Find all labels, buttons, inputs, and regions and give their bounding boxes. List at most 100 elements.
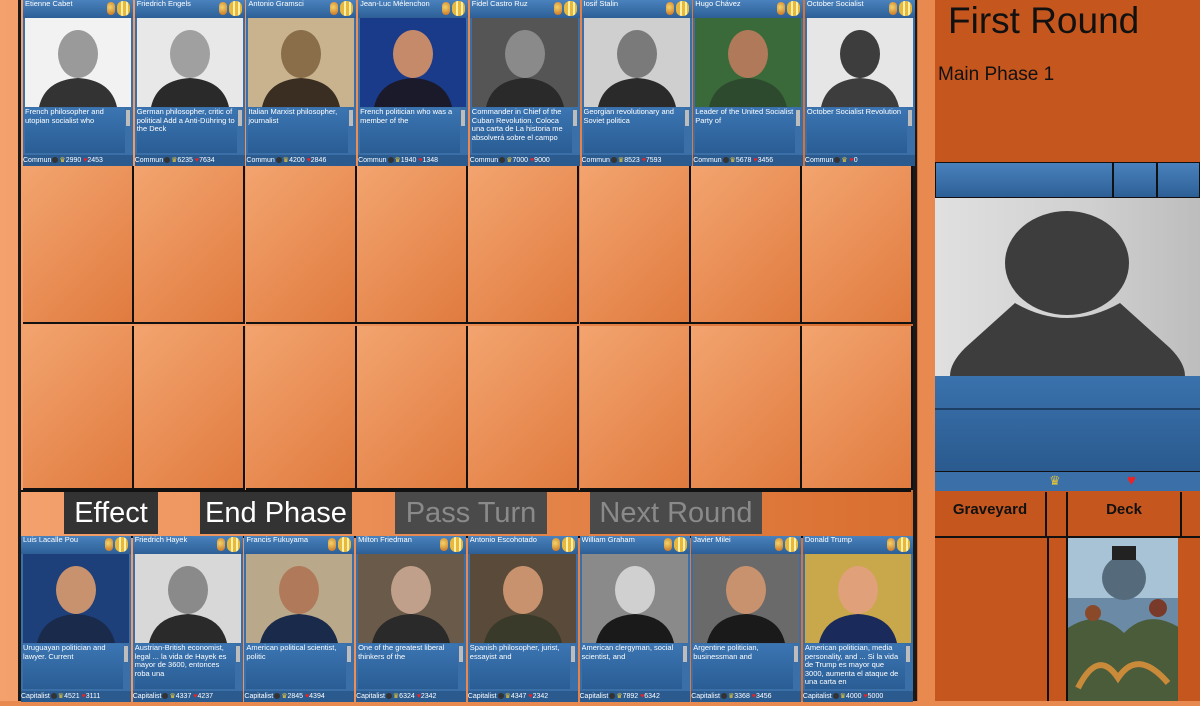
player-field-slot[interactable] <box>802 326 914 490</box>
card-name: Antonio Gramsci <box>248 0 304 8</box>
card-faction: Capitalist <box>244 693 274 700</box>
faction-icon <box>440 538 449 551</box>
card-health: 3456 <box>755 693 772 700</box>
card-attack: 8523 <box>624 157 640 164</box>
player-hand-card[interactable]: Antonio Escohotado Spanish philosopher, j… <box>467 536 578 702</box>
card-name: Milton Friedman <box>358 536 412 544</box>
faction-icon <box>107 2 115 15</box>
player-field-slot[interactable] <box>245 326 357 490</box>
card-description: Austrian-British economist, legal ... la… <box>134 644 235 689</box>
scrollbar[interactable] <box>682 646 687 662</box>
opponent-hand-card[interactable]: Iosif Stalin Georgian revolutionary and S… <box>581 0 692 166</box>
attack-icon: ♛ <box>841 157 848 164</box>
scrollbar[interactable] <box>126 110 130 126</box>
preview-name-bar <box>935 162 1113 198</box>
card-attack: 4000 <box>845 693 862 700</box>
pass-turn-button[interactable]: Pass Turn <box>395 492 547 534</box>
player-field-slot[interactable] <box>690 326 802 490</box>
toggle-icon <box>162 693 169 700</box>
end-phase-button[interactable]: End Phase <box>200 492 352 534</box>
opponent-hand-card[interactable]: Etienne Cabet French philosopher and utop… <box>23 0 133 166</box>
scrollbar[interactable] <box>684 110 689 126</box>
card-attack: 6324 <box>399 693 415 700</box>
card-name: Jean-Luc Mélenchon <box>360 0 430 8</box>
opponent-hand-card[interactable]: Hugo Chávez Leader of the United Socialis… <box>693 0 804 166</box>
opponent-hand-card[interactable]: October Socialist October Socialist Revol… <box>804 0 915 166</box>
card-faction: Commun <box>693 157 722 164</box>
player-hand-card[interactable]: Javier Milei Argentine politician, busine… <box>691 536 802 702</box>
card-name: William Graham <box>581 536 635 544</box>
coin-icon <box>340 1 354 16</box>
opponent-field-slot[interactable] <box>356 166 468 324</box>
card-attack: 4200 <box>289 157 305 164</box>
coin-icon <box>561 537 575 552</box>
toggle-icon <box>274 693 281 700</box>
player-field-slot[interactable] <box>23 326 134 490</box>
opponent-field-slot[interactable] <box>690 166 802 324</box>
card-name: Antonio Escohotado <box>469 536 537 544</box>
player-field-slot[interactable] <box>356 326 468 490</box>
player-hand-card[interactable]: Francis Fukuyama American political scien… <box>244 536 355 702</box>
card-portrait <box>581 554 688 643</box>
next-round-button[interactable]: Next Round <box>590 492 762 534</box>
scrollbar[interactable] <box>905 646 910 662</box>
deck-pile[interactable] <box>1066 538 1180 701</box>
card-attack: 5678 <box>735 157 752 164</box>
opponent-field-slot[interactable] <box>245 166 357 324</box>
player-hand-card[interactable]: William Graham American clergyman, social… <box>579 536 690 702</box>
coin-icon <box>450 537 464 552</box>
deck-card-back-image <box>1068 538 1180 701</box>
player-hand-card[interactable]: Donald Trump American politician, media p… <box>802 536 913 702</box>
card-name: Javier Milei <box>693 536 731 544</box>
scrollbar[interactable] <box>794 646 799 662</box>
coin-icon <box>787 1 801 16</box>
scrollbar[interactable] <box>235 646 240 662</box>
deck-label[interactable]: Deck <box>1066 492 1182 536</box>
scrollbar[interactable] <box>572 110 577 126</box>
card-faction: Commun <box>23 157 52 164</box>
opponent-field-slot[interactable] <box>579 166 691 324</box>
card-description: Georgian revolutionary and Soviet politi… <box>583 108 684 153</box>
scrollbar[interactable] <box>347 646 352 662</box>
toggle-icon <box>387 157 394 164</box>
faction-icon <box>777 2 786 15</box>
player-field-slot[interactable] <box>468 326 580 490</box>
scrollbar[interactable] <box>796 110 801 126</box>
scrollbar[interactable] <box>461 110 466 126</box>
card-health: 3456 <box>757 157 774 164</box>
card-portrait <box>804 554 911 643</box>
opponent-field-slot[interactable] <box>802 166 914 324</box>
scrollbar[interactable] <box>907 110 912 126</box>
opponent-hand-card[interactable]: Jean-Luc Mélenchon French politician who … <box>358 0 469 166</box>
opponent-hand-card[interactable]: Antonio Gramsci Italian Marxist philosoph… <box>246 0 357 166</box>
card-faction: Commun <box>804 157 834 164</box>
card-footer: Capitalist ♛6324 ♥2342 <box>356 691 467 702</box>
faction-icon <box>105 538 113 551</box>
opponent-field-slot[interactable] <box>134 166 246 324</box>
card-health: 5000 <box>867 693 884 700</box>
scrollbar[interactable] <box>124 646 128 662</box>
card-portrait <box>360 18 467 107</box>
card-footer: Commun ♛2990 ♥2453 <box>23 155 133 166</box>
player-hand-card[interactable]: Friedrich Hayek Austrian-British economis… <box>132 536 243 702</box>
opponent-hand-card[interactable]: Fidel Castro Ruz Commander in Chief of th… <box>469 0 580 166</box>
coin-icon <box>675 1 689 16</box>
scrollbar[interactable] <box>349 110 354 126</box>
scrollbar[interactable] <box>459 646 464 662</box>
opponent-field-slot[interactable] <box>23 166 134 324</box>
scrollbar[interactable] <box>570 646 575 662</box>
effect-button[interactable]: Effect <box>64 492 158 534</box>
graveyard-label[interactable]: Graveyard <box>935 492 1047 536</box>
player-field-slot[interactable] <box>134 326 246 490</box>
card-attack: 4337 <box>175 693 192 700</box>
toggle-icon <box>832 693 839 700</box>
player-field-slot[interactable] <box>579 326 691 490</box>
opponent-field-slot[interactable] <box>468 166 580 324</box>
coin-icon <box>226 537 240 552</box>
opponent-hand-card[interactable]: Friedrich Engels German philosopher, crit… <box>134 0 245 166</box>
card-description: One of the greatest liberal thinkers of … <box>358 644 459 689</box>
scrollbar[interactable] <box>237 110 242 126</box>
player-hand-card[interactable]: Milton Friedman One of the greatest liber… <box>356 536 467 702</box>
player-hand-card[interactable]: Luis Lacalle Pou Uruguayan politician and… <box>21 536 131 702</box>
graveyard-pile[interactable] <box>935 538 1049 701</box>
